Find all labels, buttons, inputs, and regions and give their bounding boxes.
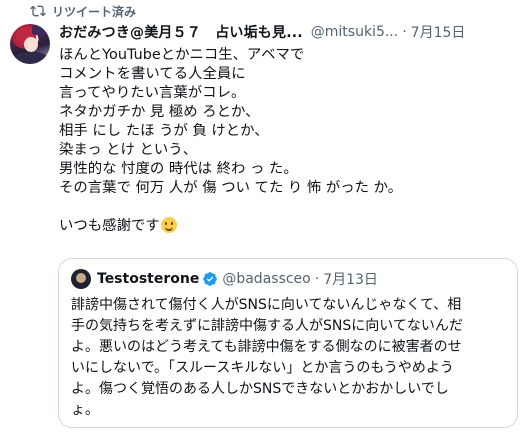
retweet-icon — [30, 5, 46, 17]
quote-line: よ。悪いのはどう考えても誹謗中傷をする側なのに被害者のせ — [71, 339, 462, 355]
tweet-header: おだみつき@美月５７ 占い垢も見... @mitsuki5... · 7月15日 — [59, 22, 521, 42]
tweet-line: ネタかガチか 見 極め ろとか、 — [59, 104, 260, 120]
quote-line: ょ。 — [71, 402, 99, 418]
quoted-tweet-card[interactable]: Testosterone @badassceo · 7月13日 誹謗中傷されて傷… — [58, 258, 518, 428]
quote-line: 誹謗中傷されて傷付く人がSNSに向いてないんじゃなくて、相 — [71, 297, 462, 313]
tweet-closing-line: いつも感謝です — [59, 217, 521, 236]
quote-avatar — [71, 269, 91, 289]
quote-text: 誹謗中傷されて傷付く人がSNSに向いてないんじゃなくて、相 手の気持ちを考えずに… — [71, 295, 507, 421]
quote-line: 手の気持ちを考えずに誹謗中傷する人がSNSに向いてないんだ — [71, 318, 463, 334]
tweet-line: コメントを書いてる人全員に — [59, 66, 246, 82]
tweet-line: 言ってやりたい言葉がコレ。 — [59, 85, 246, 101]
tweet-date[interactable]: 7月15日 — [411, 22, 466, 42]
quote-line: いにしないで。「スルースキルない」とか言うのもうやめよう — [71, 360, 454, 376]
retweet-label: リツイート済み — [52, 4, 137, 19]
smiling-face-emoji-icon — [160, 217, 177, 233]
separator-dot: · — [402, 24, 407, 40]
tweet-line: 男性的な 忖度の 時代は 終わ っ た。 — [59, 161, 298, 177]
quote-line: よ。傷つく覚悟のある人しかSNSできないとかおかしいでし — [71, 381, 449, 397]
user-handle[interactable]: @mitsuki5... — [311, 24, 398, 40]
tweet-line: 染まっ とけ という、 — [59, 142, 198, 158]
retweet-indicator[interactable]: リツイート済み — [30, 2, 136, 20]
quote-header: Testosterone @badassceo · 7月13日 — [71, 269, 378, 289]
tweet-text: ほんとYouTubeとかニコ生、アベマで コメントを書いてる人全員に 言ってやり… — [59, 46, 521, 236]
quote-display-name: Testosterone — [97, 271, 200, 287]
tweet-line: 相手 にし たほ うが 負 けとか、 — [59, 123, 269, 139]
display-name[interactable]: おだみつき@美月５７ 占い垢も見... — [59, 22, 303, 42]
separator-dot: · — [314, 271, 320, 287]
quote-handle: @badassceo — [222, 271, 311, 287]
quote-date: 7月13日 — [323, 272, 378, 288]
tweet-line: ほんとYouTubeとかニコ生、アベマで — [59, 47, 305, 63]
avatar[interactable] — [10, 24, 50, 64]
closing-text: いつも感謝です — [59, 218, 160, 234]
tweet-line: その言葉で 何万 人が 傷 つい てた り 怖 がった か。 — [59, 180, 403, 196]
verified-badge-icon — [203, 272, 218, 286]
